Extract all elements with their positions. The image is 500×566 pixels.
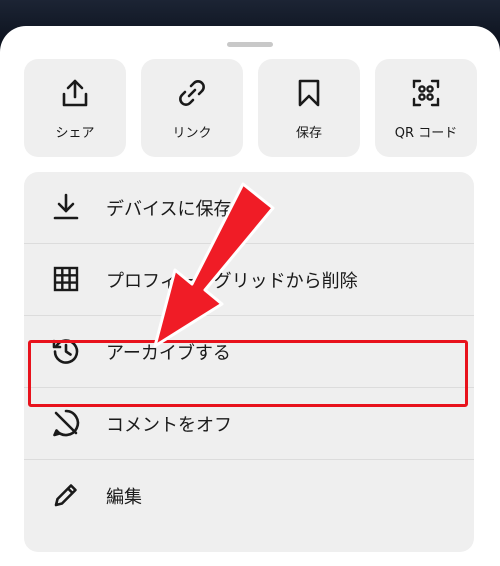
pencil-icon: [50, 479, 82, 511]
grid-icon: [50, 263, 82, 295]
share-button[interactable]: シェア: [24, 59, 126, 157]
link-icon: [176, 77, 208, 109]
menu-item-save-to-device[interactable]: デバイスに保存: [24, 172, 474, 243]
menu-item-label: デバイスに保存: [106, 199, 232, 220]
save-button[interactable]: 保存: [258, 59, 360, 157]
sheet-grabber-handle[interactable]: [227, 42, 273, 47]
link-label: リンク: [172, 126, 212, 141]
link-button[interactable]: リンク: [141, 59, 243, 157]
download-icon: [50, 191, 82, 223]
qr-code-button[interactable]: QR コード: [375, 59, 477, 157]
menu-item-label: コメントをオフ: [106, 415, 232, 436]
share-icon: [59, 77, 91, 109]
bookmark-icon: [293, 77, 325, 109]
save-label: 保存: [295, 126, 322, 141]
comment-off-icon: [50, 407, 82, 439]
highlight-box: [28, 340, 468, 407]
menu-item-label: 編集: [106, 487, 142, 508]
qr-code-label: QR コード: [394, 126, 458, 141]
menu-item-label: プロフィールグリッドから削除: [106, 271, 358, 292]
menu-item-remove-from-grid[interactable]: プロフィールグリッドから削除: [24, 244, 474, 315]
qr-code-icon: [410, 77, 442, 109]
share-label: シェア: [55, 126, 95, 141]
menu-item-edit[interactable]: 編集: [24, 460, 474, 531]
